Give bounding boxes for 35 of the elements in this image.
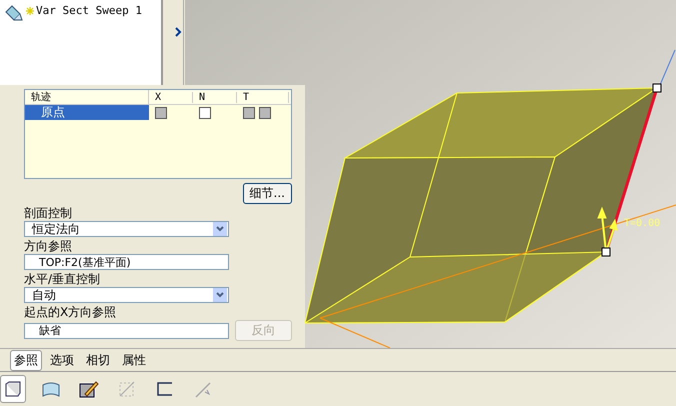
checkbox[interactable] bbox=[199, 106, 211, 118]
dropdown[interactable]: 恒定法向 bbox=[24, 221, 229, 237]
model-tree-item[interactable]: Var Sect Sweep 1 bbox=[36, 4, 142, 17]
column-header: 轨迹 bbox=[25, 90, 149, 104]
details-button[interactable]: 细节... bbox=[242, 183, 292, 204]
table-row[interactable]: 原点 bbox=[25, 105, 149, 120]
tab[interactable]: 参照 bbox=[10, 350, 42, 370]
field-label: 方向参照 bbox=[24, 239, 73, 254]
vertex-handle[interactable] bbox=[652, 84, 662, 92]
field-label: 剖面控制 bbox=[24, 206, 73, 221]
dropdown[interactable]: 自动 bbox=[24, 287, 229, 303]
guide-line bbox=[660, 50, 676, 86]
vertex-handle[interactable] bbox=[602, 248, 610, 256]
field-label: 起点的X方向参照 bbox=[24, 305, 118, 320]
trim-icon bbox=[118, 380, 136, 398]
tab[interactable]: 相切 bbox=[82, 350, 114, 370]
solid-icon bbox=[5, 381, 21, 397]
sweep-feature-icon bbox=[4, 4, 24, 22]
pencil-square-icon bbox=[79, 380, 99, 398]
diagonal-line-icon bbox=[194, 380, 212, 398]
input-field[interactable]: 缺省 bbox=[24, 322, 229, 338]
checkbox[interactable] bbox=[243, 106, 255, 118]
surface-icon bbox=[42, 381, 60, 397]
column-header: T bbox=[237, 92, 289, 102]
input-field[interactable]: TOP:F2(基准平面) bbox=[24, 254, 229, 270]
column-header: N bbox=[193, 92, 237, 102]
tab[interactable]: 选项 bbox=[46, 350, 78, 370]
toolbar-button[interactable] bbox=[0, 375, 26, 403]
field-label: 水平/垂直控制 bbox=[24, 272, 102, 287]
asterisk-icon bbox=[26, 7, 34, 15]
bracket-icon bbox=[156, 381, 174, 397]
parameter-label: T=0.00 bbox=[624, 218, 660, 229]
column-header: X bbox=[149, 92, 193, 102]
tab[interactable]: 属性 bbox=[118, 350, 150, 370]
checkbox[interactable] bbox=[259, 106, 271, 118]
